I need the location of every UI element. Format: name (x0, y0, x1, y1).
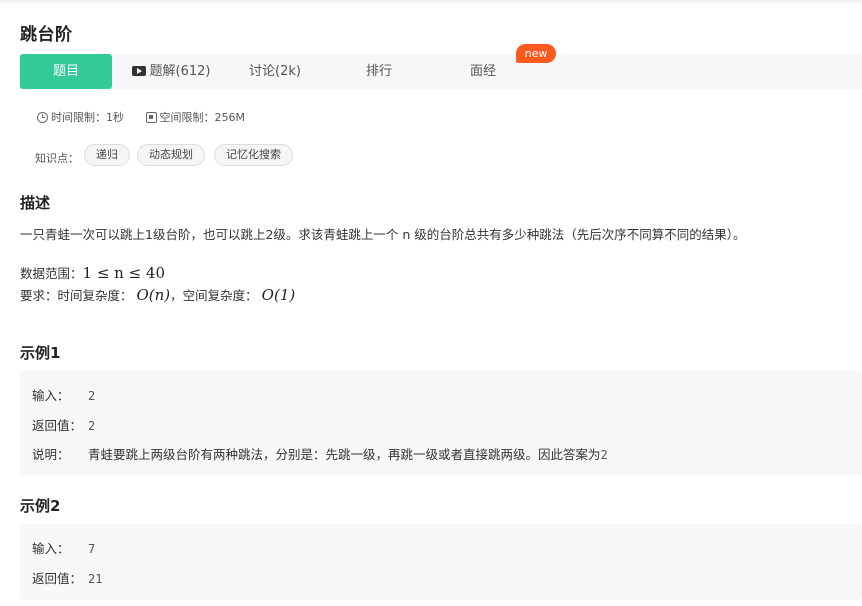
range-formula: 1 ≤ n ≤ 40 (82, 264, 166, 282)
tab-solutions[interactable]: 题解(612) (130, 54, 212, 89)
return-label: 返回值： (32, 571, 83, 586)
problem-title: 跳台阶 (20, 25, 73, 45)
example1-return: 2 (88, 419, 96, 433)
input-label: 输入： (32, 388, 70, 403)
example1-box: 输入： 2 返回值： 2 说明： 青蛙要跳上两级台阶有两种跳法，分别是：先跳一级，再跳… (20, 371, 862, 475)
requirement-mid: ，空间复杂度： (170, 288, 258, 303)
return-label: 返回值： (32, 418, 83, 433)
tag-dynamic-programming[interactable]: 动态规划 (137, 144, 205, 166)
time-complexity: O(n) (136, 286, 171, 304)
description-text: 一只青蛙一次可以跳上1级台阶，也可以跳上2级。求该青蛙跳上一个 n 级的台阶总共… (20, 227, 746, 242)
example2-input-row: 输入： 7 (32, 538, 95, 557)
tab-bar: 题目 题解(612) 讨论(2k) 排行 面经 (20, 54, 862, 89)
space-complexity: O(1) (261, 286, 296, 304)
tab-solutions-label: 题解(612) (149, 64, 211, 79)
example1-explain: 青蛙要跳上两级台阶有两种跳法，分别是：先跳一级，再跳一级或者直接跳两级。因此答案… (88, 447, 601, 462)
tab-problem[interactable]: 题目 (20, 54, 112, 89)
knowledge-label: 知识点： (35, 152, 79, 165)
tag-recursion[interactable]: 递归 (84, 144, 130, 166)
space-limit: 空间限制：256M (159, 111, 246, 124)
input-label: 输入： (32, 541, 70, 556)
data-range: 数据范围：1 ≤ n ≤ 40 (20, 263, 165, 282)
clock-icon (37, 111, 48, 123)
chip-icon (145, 111, 157, 123)
example2-heading: 示例2 (20, 497, 61, 515)
explain-label: 说明： (32, 447, 70, 462)
limits: 时间限制：1秒 空间限制：256M (37, 109, 245, 125)
example1-return-row: 返回值： 2 (32, 415, 95, 434)
example1-heading: 示例1 (20, 344, 61, 362)
requirements: 要求：时间复杂度： O(n)，空间复杂度： O(1) (20, 285, 295, 304)
tab-interview[interactable]: 面经 (452, 54, 514, 89)
video-icon (131, 66, 146, 76)
example1-explain-row: 说明： 青蛙要跳上两级台阶有两种跳法，分别是：先跳一级，再跳一级或者直接跳两级。因… (32, 444, 608, 463)
example2-input: 7 (88, 542, 96, 556)
time-limit: 时间限制：1秒 (51, 111, 124, 124)
example2-return: 21 (88, 572, 103, 586)
example1-input-row: 输入： 2 (32, 385, 95, 404)
tag-memoization[interactable]: 记忆化搜索 (214, 144, 293, 166)
example1-input: 2 (88, 389, 96, 403)
new-badge: new (516, 44, 556, 63)
top-divider (0, 0, 862, 3)
tab-discussion[interactable]: 讨论(2k) (240, 54, 310, 89)
requirement-label: 要求：时间复杂度： (20, 288, 133, 303)
range-label: 数据范围： (20, 266, 83, 281)
description-heading: 描述 (20, 194, 51, 212)
example2-box: 输入： 7 返回值： 21 (20, 524, 862, 600)
example1-explain-value: 2 (600, 448, 608, 462)
example2-return-row: 返回值： 21 (32, 568, 102, 587)
tab-ranking[interactable]: 排行 (350, 54, 408, 89)
